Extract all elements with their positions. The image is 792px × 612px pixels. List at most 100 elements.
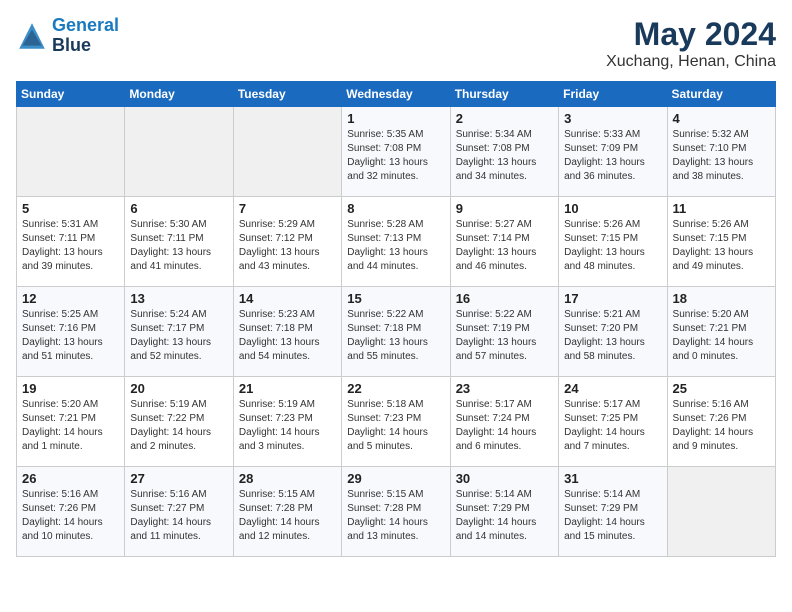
day-info: Sunrise: 5:35 AM Sunset: 7:08 PM Dayligh… [347,128,444,184]
logo-text: General Blue [52,16,119,56]
day-info: Sunrise: 5:19 AM Sunset: 7:22 PM Dayligh… [130,398,227,454]
day-info: Sunrise: 5:34 AM Sunset: 7:08 PM Dayligh… [456,128,553,184]
calendar-cell: 20 Sunrise: 5:19 AM Sunset: 7:22 PM Dayli… [125,377,233,467]
calendar-cell: 23Sunrise: 5:17 AM Sunset: 7:24 PM Dayli… [450,377,558,467]
day-number: 13 [130,291,227,306]
calendar-cell: 30 Sunrise: 5:14 AM Sunset: 7:29 PM Dayli… [450,467,558,557]
day-info: Sunrise: 5:30 AM Sunset: 7:11 PM Dayligh… [130,218,227,274]
calendar-cell: 14 Sunrise: 5:23 AM Sunset: 7:18 PM Dayli… [233,287,341,377]
day-number: 11 [673,201,770,216]
calendar-cell [125,107,233,197]
day-number: 28 [239,471,336,486]
day-number: 22 [347,381,444,396]
title-block: May 2024 Xuchang, Henan, China [606,16,776,71]
day-number: 4 [673,111,770,126]
day-info: Sunrise: 5:15 AM Sunset: 7:28 PM Dayligh… [347,488,444,544]
day-info: Sunrise: 5:26 AM Sunset: 7:15 PM Dayligh… [673,218,770,274]
calendar-cell: 10Sunrise: 5:26 AM Sunset: 7:15 PM Dayli… [559,197,667,287]
calendar-cell: 11 Sunrise: 5:26 AM Sunset: 7:15 PM Dayli… [667,197,775,287]
day-number: 12 [22,291,119,306]
day-number: 7 [239,201,336,216]
day-info: Sunrise: 5:20 AM Sunset: 7:21 PM Dayligh… [22,398,119,454]
day-info: Sunrise: 5:29 AM Sunset: 7:12 PM Dayligh… [239,218,336,274]
day-number: 24 [564,381,661,396]
day-number: 6 [130,201,227,216]
day-number: 1 [347,111,444,126]
day-number: 5 [22,201,119,216]
calendar-cell: 9 Sunrise: 5:27 AM Sunset: 7:14 PM Daylig… [450,197,558,287]
day-number: 3 [564,111,661,126]
calendar-cell: 12 Sunrise: 5:25 AM Sunset: 7:16 PM Dayli… [17,287,125,377]
day-info: Sunrise: 5:23 AM Sunset: 7:18 PM Dayligh… [239,308,336,364]
calendar-cell: 13 Sunrise: 5:24 AM Sunset: 7:17 PM Dayli… [125,287,233,377]
day-number: 14 [239,291,336,306]
weekday-header: Tuesday [233,82,341,107]
day-info: Sunrise: 5:28 AM Sunset: 7:13 PM Dayligh… [347,218,444,274]
calendar-cell [17,107,125,197]
day-number: 2 [456,111,553,126]
calendar-cell [667,467,775,557]
calendar-cell: 18 Sunrise: 5:20 AM Sunset: 7:21 PM Dayli… [667,287,775,377]
logo-icon [16,20,48,52]
day-info: Sunrise: 5:22 AM Sunset: 7:18 PM Dayligh… [347,308,444,364]
day-number: 16 [456,291,553,306]
calendar-cell: 8Sunrise: 5:28 AM Sunset: 7:13 PM Daylig… [342,197,450,287]
weekday-header: Wednesday [342,82,450,107]
calendar-cell: 15Sunrise: 5:22 AM Sunset: 7:18 PM Dayli… [342,287,450,377]
day-number: 20 [130,381,227,396]
day-info: Sunrise: 5:14 AM Sunset: 7:29 PM Dayligh… [564,488,661,544]
calendar-cell: 26 Sunrise: 5:16 AM Sunset: 7:26 PM Dayli… [17,467,125,557]
calendar-cell [233,107,341,197]
calendar-cell: 4 Sunrise: 5:32 AM Sunset: 7:10 PM Daylig… [667,107,775,197]
weekday-header: Friday [559,82,667,107]
day-info: Sunrise: 5:19 AM Sunset: 7:23 PM Dayligh… [239,398,336,454]
calendar-cell: 1 Sunrise: 5:35 AM Sunset: 7:08 PM Daylig… [342,107,450,197]
day-info: Sunrise: 5:14 AM Sunset: 7:29 PM Dayligh… [456,488,553,544]
day-number: 9 [456,201,553,216]
day-number: 23 [456,381,553,396]
day-number: 21 [239,381,336,396]
day-info: Sunrise: 5:32 AM Sunset: 7:10 PM Dayligh… [673,128,770,184]
weekday-header: Sunday [17,82,125,107]
calendar-cell: 6 Sunrise: 5:30 AM Sunset: 7:11 PM Daylig… [125,197,233,287]
day-info: Sunrise: 5:27 AM Sunset: 7:14 PM Dayligh… [456,218,553,274]
day-info: Sunrise: 5:16 AM Sunset: 7:26 PM Dayligh… [22,488,119,544]
weekday-header: Monday [125,82,233,107]
day-number: 26 [22,471,119,486]
calendar-cell: 28 Sunrise: 5:15 AM Sunset: 7:28 PM Dayli… [233,467,341,557]
logo: General Blue [16,16,119,56]
calendar-cell: 7 Sunrise: 5:29 AM Sunset: 7:12 PM Daylig… [233,197,341,287]
calendar-cell: 17Sunrise: 5:21 AM Sunset: 7:20 PM Dayli… [559,287,667,377]
calendar-cell: 16 Sunrise: 5:22 AM Sunset: 7:19 PM Dayli… [450,287,558,377]
page-header: General Blue May 2024 Xuchang, Henan, Ch… [16,16,776,71]
calendar-cell: 5 Sunrise: 5:31 AM Sunset: 7:11 PM Daylig… [17,197,125,287]
day-info: Sunrise: 5:20 AM Sunset: 7:21 PM Dayligh… [673,308,770,364]
day-number: 19 [22,381,119,396]
calendar-cell: 3 Sunrise: 5:33 AM Sunset: 7:09 PM Daylig… [559,107,667,197]
calendar-cell: 2 Sunrise: 5:34 AM Sunset: 7:08 PM Daylig… [450,107,558,197]
day-info: Sunrise: 5:25 AM Sunset: 7:16 PM Dayligh… [22,308,119,364]
calendar-cell: 22 Sunrise: 5:18 AM Sunset: 7:23 PM Dayli… [342,377,450,467]
calendar-cell: 21 Sunrise: 5:19 AM Sunset: 7:23 PM Dayli… [233,377,341,467]
day-info: Sunrise: 5:16 AM Sunset: 7:27 PM Dayligh… [130,488,227,544]
calendar-cell: 19 Sunrise: 5:20 AM Sunset: 7:21 PM Dayli… [17,377,125,467]
month-title: May 2024 [606,16,776,53]
day-number: 31 [564,471,661,486]
day-info: Sunrise: 5:15 AM Sunset: 7:28 PM Dayligh… [239,488,336,544]
calendar-cell: 29Sunrise: 5:15 AM Sunset: 7:28 PM Dayli… [342,467,450,557]
calendar-cell: 27Sunrise: 5:16 AM Sunset: 7:27 PM Dayli… [125,467,233,557]
day-info: Sunrise: 5:31 AM Sunset: 7:11 PM Dayligh… [22,218,119,274]
day-info: Sunrise: 5:21 AM Sunset: 7:20 PM Dayligh… [564,308,661,364]
location: Xuchang, Henan, China [606,53,776,71]
day-info: Sunrise: 5:24 AM Sunset: 7:17 PM Dayligh… [130,308,227,364]
day-number: 10 [564,201,661,216]
weekday-header: Thursday [450,82,558,107]
day-info: Sunrise: 5:22 AM Sunset: 7:19 PM Dayligh… [456,308,553,364]
weekday-header: Saturday [667,82,775,107]
day-number: 30 [456,471,553,486]
calendar-cell: 24 Sunrise: 5:17 AM Sunset: 7:25 PM Dayli… [559,377,667,467]
day-info: Sunrise: 5:33 AM Sunset: 7:09 PM Dayligh… [564,128,661,184]
day-info: Sunrise: 5:18 AM Sunset: 7:23 PM Dayligh… [347,398,444,454]
day-info: Sunrise: 5:17 AM Sunset: 7:25 PM Dayligh… [564,398,661,454]
day-number: 18 [673,291,770,306]
